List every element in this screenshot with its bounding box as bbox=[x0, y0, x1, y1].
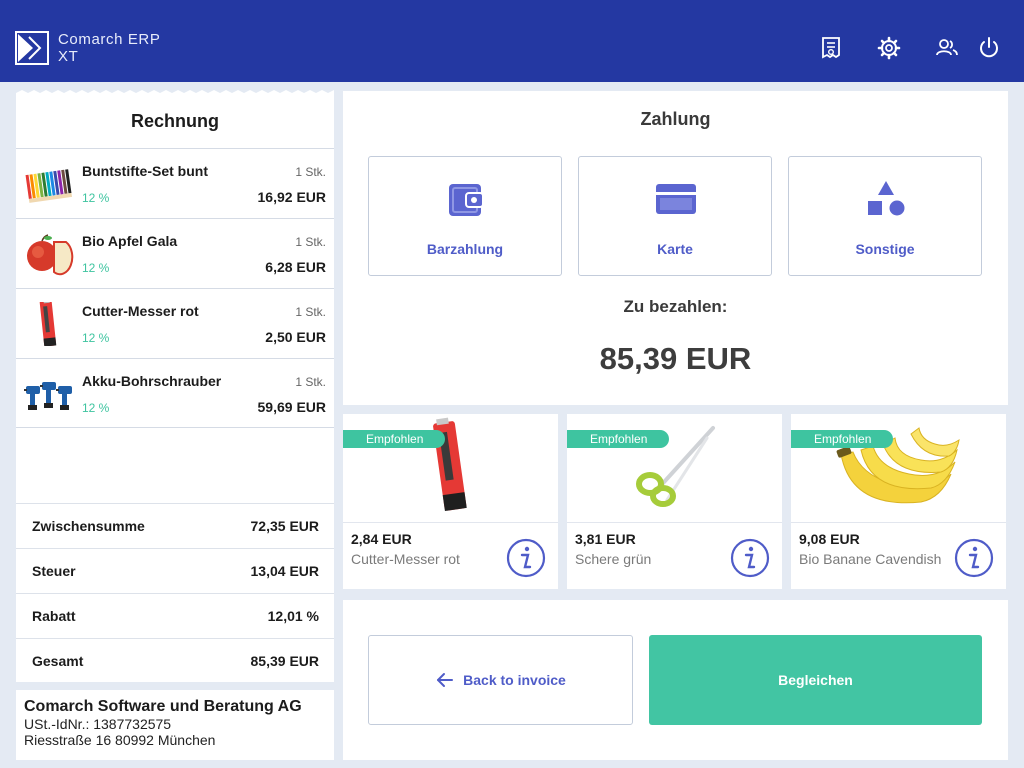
recommended-badge: Empfohlen bbox=[343, 430, 446, 448]
comarch-logo-icon bbox=[15, 31, 49, 65]
arrow-left-icon bbox=[437, 673, 454, 687]
company-address: Riesstraße 16 80992 München bbox=[24, 732, 216, 748]
tax-row: Steuer 13,04 EUR bbox=[16, 548, 334, 593]
action-panel: Back to invoice Begleichen bbox=[343, 600, 1008, 760]
cutter-knife-icon bbox=[39, 302, 57, 346]
product-price: 2,84 EUR bbox=[351, 531, 412, 547]
invoice-line-item[interactable]: Cutter-Messer rot 1 Stk. 12 % 2,50 EUR bbox=[16, 288, 334, 358]
card-payment-label: Karte bbox=[657, 241, 693, 257]
item-name: Buntstifte-Set bunt bbox=[82, 163, 208, 179]
colored-pencils-icon bbox=[25, 169, 73, 203]
invoice-line-item[interactable]: Akku-Bohrschrauber 1 Stk. 12 % 59,69 EUR bbox=[16, 358, 334, 428]
gear-icon[interactable] bbox=[876, 35, 902, 61]
info-icon[interactable] bbox=[506, 538, 546, 578]
subtotal-row: Zwischensumme 72,35 EUR bbox=[16, 503, 334, 548]
divider bbox=[791, 522, 1006, 523]
power-icon[interactable] bbox=[976, 35, 1002, 61]
subtotal-value: 72,35 EUR bbox=[250, 518, 319, 534]
recommended-product-card[interactable]: Empfohlen 2,84 EUR Cutter-Messer rot bbox=[343, 414, 558, 589]
company-name: Comarch Software und Beratung AG bbox=[24, 698, 302, 715]
item-quantity: 1 Stk. bbox=[295, 375, 326, 389]
other-payment-button[interactable]: Sonstige bbox=[788, 156, 982, 276]
item-tax-rate: 12 % bbox=[82, 401, 110, 415]
info-icon[interactable] bbox=[954, 538, 994, 578]
total-value: 85,39 EUR bbox=[250, 653, 319, 669]
brand-name: Comarch ERP bbox=[58, 31, 161, 48]
settle-label: Begleichen bbox=[778, 672, 853, 688]
invoice-line-item[interactable]: Bio Apfel Gala 1 Stk. 12 % 6,28 EUR bbox=[16, 218, 334, 288]
item-quantity: 1 Stk. bbox=[295, 235, 326, 249]
other-payment-label: Sonstige bbox=[855, 241, 915, 257]
company-vat-id: USt.-IdNr.: 1387732575 bbox=[24, 716, 172, 732]
item-price: 16,92 EUR bbox=[257, 189, 326, 205]
product-price: 9,08 EUR bbox=[799, 531, 860, 547]
app-header: Comarch ERP XT bbox=[0, 0, 1024, 82]
invoice-line-item[interactable]: Buntstifte-Set bunt 1 Stk. 12 % 16,92 EU… bbox=[16, 148, 334, 218]
back-to-invoice-button[interactable]: Back to invoice bbox=[368, 635, 633, 725]
total-row: Gesamt 85,39 EUR bbox=[16, 638, 334, 683]
item-name: Cutter-Messer rot bbox=[82, 303, 199, 319]
app-brand: Comarch ERP XT bbox=[58, 31, 160, 65]
receipt-icon[interactable] bbox=[818, 35, 844, 61]
company-info: Comarch Software und Beratung AG USt.-Id… bbox=[16, 690, 334, 760]
product-name: Bio Banane Cavendish bbox=[799, 551, 942, 567]
discount-value: 12,01 % bbox=[267, 608, 319, 624]
amount-due-value: 85,39 EUR bbox=[599, 341, 752, 376]
product-name: Cutter-Messer rot bbox=[351, 551, 460, 567]
payment-title: Zahlung bbox=[640, 109, 711, 129]
tax-value: 13,04 EUR bbox=[250, 563, 319, 579]
recommended-badge: Empfohlen bbox=[567, 430, 670, 448]
settle-button[interactable]: Begleichen bbox=[649, 635, 982, 725]
discount-row: Rabatt 12,01 % bbox=[16, 593, 334, 638]
cash-payment-button[interactable]: Barzahlung bbox=[368, 156, 562, 276]
amount-due-label: Zu bezahlen: bbox=[623, 297, 728, 316]
item-quantity: 1 Stk. bbox=[295, 165, 326, 179]
brand-suffix: XT bbox=[58, 48, 79, 65]
back-to-invoice-label: Back to invoice bbox=[463, 672, 566, 688]
item-name: Akku-Bohrschrauber bbox=[82, 373, 222, 389]
item-tax-rate: 12 % bbox=[82, 331, 110, 345]
wallet-icon bbox=[449, 184, 484, 216]
divider bbox=[343, 522, 558, 523]
recommended-badge: Empfohlen bbox=[791, 430, 894, 448]
shapes-icon bbox=[868, 181, 905, 216]
item-price: 59,69 EUR bbox=[257, 399, 326, 415]
tax-label: Steuer bbox=[32, 563, 76, 579]
info-icon[interactable] bbox=[730, 538, 770, 578]
item-price: 6,28 EUR bbox=[265, 259, 326, 275]
item-name: Bio Apfel Gala bbox=[82, 233, 178, 249]
item-price: 2,50 EUR bbox=[265, 329, 326, 345]
card-payment-button[interactable]: Karte bbox=[578, 156, 772, 276]
invoice-title: Rechnung bbox=[131, 111, 219, 131]
invoice-totals: Zwischensumme 72,35 EUR Steuer 13,04 EUR… bbox=[16, 503, 334, 683]
divider bbox=[567, 522, 782, 523]
drill-icon bbox=[24, 382, 72, 410]
recommended-product-card[interactable]: Empfohlen 3,81 EUR Schere grün bbox=[567, 414, 782, 589]
item-tax-rate: 12 % bbox=[82, 261, 110, 275]
product-price: 3,81 EUR bbox=[575, 531, 636, 547]
users-icon[interactable] bbox=[934, 35, 960, 61]
cash-payment-label: Barzahlung bbox=[426, 241, 504, 257]
credit-card-icon bbox=[656, 184, 696, 214]
payment-panel: Zahlung Barzahlung Karte Sonstige Zu bez… bbox=[343, 91, 1008, 405]
total-label: Gesamt bbox=[32, 653, 84, 669]
discount-label: Rabatt bbox=[32, 608, 76, 624]
item-tax-rate: 12 % bbox=[82, 191, 110, 205]
item-quantity: 1 Stk. bbox=[295, 305, 326, 319]
product-name: Schere grün bbox=[575, 551, 652, 567]
apple-icon bbox=[27, 234, 74, 276]
subtotal-label: Zwischensumme bbox=[32, 518, 145, 534]
recommended-product-card[interactable]: Empfohlen 9,08 EUR Bio Banane Cavendish bbox=[791, 414, 1006, 589]
